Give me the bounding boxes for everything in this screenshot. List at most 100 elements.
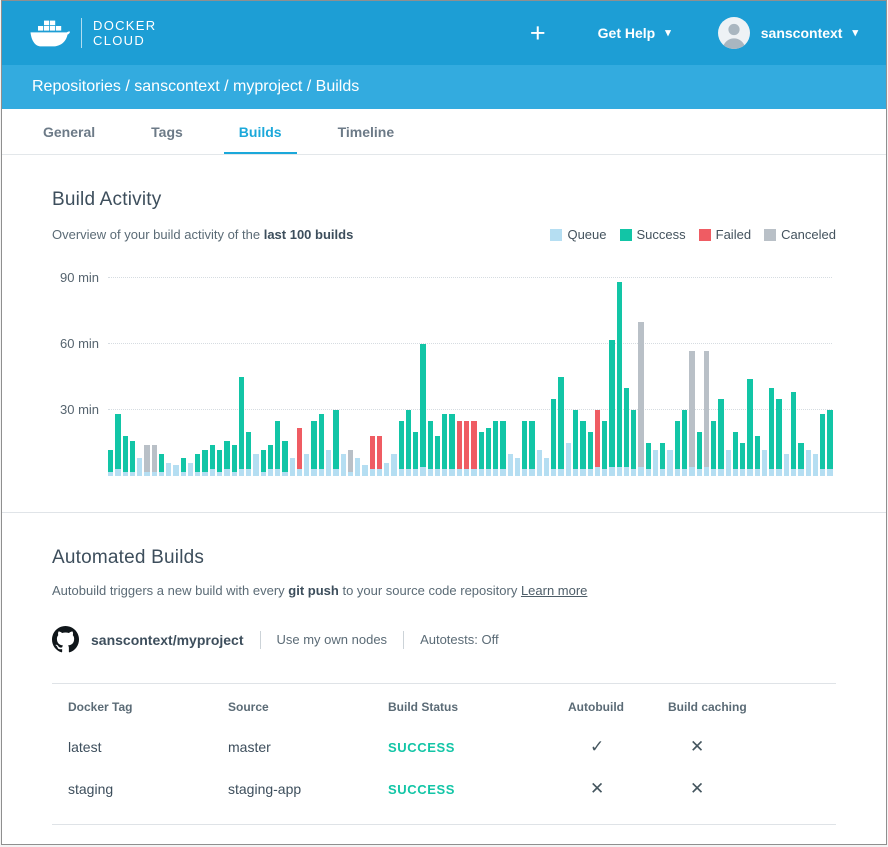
chart-bar [173, 465, 178, 476]
chart-bar [726, 450, 731, 476]
learn-more-link[interactable]: Learn more [521, 583, 587, 598]
chart-bar [435, 436, 440, 476]
source-cell: master [228, 739, 388, 755]
chart-bar [675, 421, 680, 476]
username-label: sanscontext [761, 25, 843, 41]
topbar-right: + Get Help ▾ sanscontext [524, 16, 858, 50]
docker-tag-cell: latest [68, 739, 228, 755]
check-icon[interactable]: ✓ [568, 737, 668, 757]
chart-bar [711, 421, 716, 476]
y-axis-label-30: 30 min [60, 402, 99, 417]
chart-bar [776, 399, 781, 476]
builds-table: Docker Tag Source Build Status Autobuild… [52, 683, 836, 825]
chart-bar [762, 450, 767, 476]
docker-tag-cell: staging [68, 781, 228, 797]
chart-bar [551, 399, 556, 476]
brand-line-1: DOCKER [93, 18, 156, 33]
cross-icon[interactable]: ✕ [568, 779, 668, 799]
chart-bar [609, 340, 614, 476]
success-swatch-icon [620, 229, 632, 241]
failed-swatch-icon [699, 229, 711, 241]
tab-builds[interactable]: Builds [224, 109, 297, 154]
chart-bar [580, 421, 585, 476]
canceled-swatch-icon [764, 229, 776, 241]
chart-bar [704, 351, 709, 476]
docker-cloud-logo[interactable]: DOCKER CLOUD [30, 18, 156, 49]
chart-bar [457, 421, 462, 476]
chart-bar [210, 445, 215, 476]
get-help-menu[interactable]: Get Help ▾ [598, 25, 671, 41]
builds-table-body: latestmasterSUCCESS✓✕stagingstaging-appS… [68, 726, 836, 810]
chart-bar [348, 450, 353, 476]
chart-bar [515, 458, 520, 476]
chart-bar [115, 414, 120, 476]
chart-bar [529, 421, 534, 476]
chart-bar [399, 421, 404, 476]
avatar-person-icon [717, 16, 751, 50]
col-header-build-caching: Build caching [668, 700, 828, 714]
chart-bar [522, 421, 527, 476]
chart-bar [130, 441, 135, 476]
chart-bar [239, 377, 244, 476]
chart-bar [806, 450, 811, 476]
table-header-row: Docker Tag Source Build Status Autobuild… [68, 684, 836, 726]
tab-timeline[interactable]: Timeline [323, 109, 410, 154]
legend-item-canceled: Canceled [764, 227, 836, 242]
chart-bar [166, 463, 171, 476]
source-repo-row: sanscontext/myproject Use my own nodes A… [52, 626, 836, 653]
legend-item-queue: Queue [550, 227, 606, 242]
chart-bar [377, 436, 382, 476]
chart-bar [370, 436, 375, 476]
automated-builds-description: Autobuild triggers a new build with ever… [52, 583, 836, 598]
chart-bar [638, 322, 643, 476]
chart-bar [508, 454, 513, 476]
queue-swatch-icon [550, 229, 562, 241]
chart-bar [341, 454, 346, 476]
build-activity-chart-bars [108, 254, 832, 476]
get-help-label: Get Help [598, 25, 656, 41]
brand-line-2: CLOUD [93, 33, 156, 48]
chart-bar [697, 432, 702, 476]
create-plus-button[interactable]: + [524, 20, 552, 47]
chart-bar [268, 445, 273, 476]
chart-bar [311, 421, 316, 476]
chart-bar [718, 399, 723, 476]
brand-text: DOCKER CLOUD [93, 18, 156, 48]
source-cell: staging-app [228, 781, 388, 797]
build-activity-section: Build Activity Overview of your build ac… [2, 155, 886, 476]
cross-icon[interactable]: ✕ [668, 779, 828, 799]
chart-bar [486, 428, 491, 476]
chart-bar [391, 454, 396, 476]
chart-bar [798, 443, 803, 476]
autotests-option[interactable]: Autotests: Off [420, 632, 515, 647]
nodes-option[interactable]: Use my own nodes [277, 632, 404, 647]
chart-bar [253, 454, 258, 476]
breadcrumb[interactable]: Repositories / sanscontext / myproject /… [2, 65, 886, 109]
col-header-docker-tag: Docker Tag [68, 700, 228, 714]
chart-bar [813, 454, 818, 476]
chart-bar [791, 392, 796, 476]
chart-bar [747, 379, 752, 476]
user-menu[interactable]: sanscontext ▾ [717, 16, 858, 50]
chart-bar [246, 432, 251, 476]
docker-whale-icon [30, 18, 70, 49]
chart-bar [617, 282, 622, 476]
cross-icon[interactable]: ✕ [668, 737, 828, 757]
chart-bar [123, 436, 128, 476]
chart-bar [355, 458, 360, 476]
chart-bar [224, 441, 229, 476]
chart-bar [108, 450, 113, 476]
chart-bar [362, 465, 367, 476]
chart-bar [660, 443, 665, 476]
chart-bar [406, 410, 411, 476]
chart-bar [232, 445, 237, 476]
build-activity-subtitle: Overview of your build activity of the l… [52, 227, 353, 242]
automated-builds-section: Automated Builds Autobuild triggers a ne… [2, 513, 886, 825]
y-axis-label-60: 60 min [60, 336, 99, 351]
chart-bar [202, 450, 207, 476]
tab-general[interactable]: General [28, 109, 110, 154]
repo-name[interactable]: sanscontext/myproject [91, 632, 260, 648]
chart-bar [304, 454, 309, 476]
tab-tags[interactable]: Tags [136, 109, 198, 154]
caret-down-icon: ▾ [852, 28, 858, 39]
